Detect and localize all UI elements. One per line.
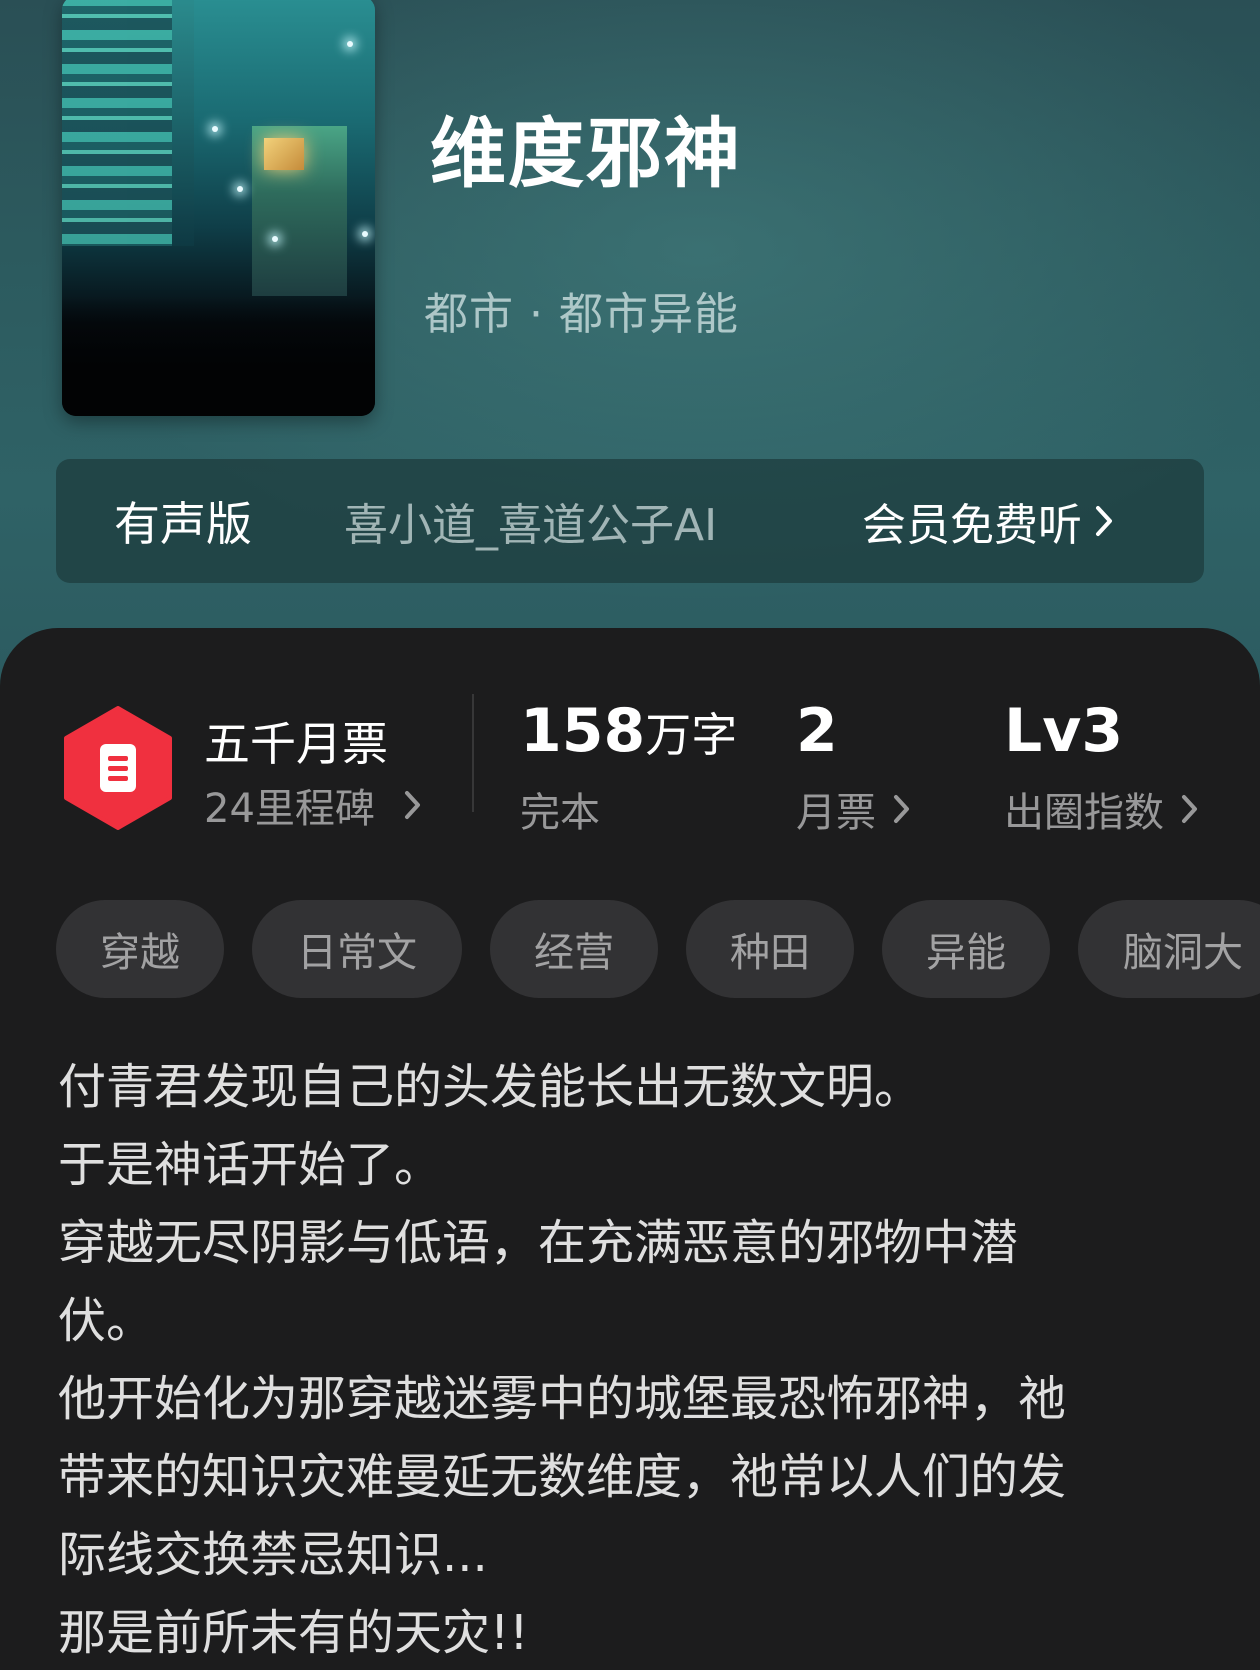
audio-label: 有声版 bbox=[114, 497, 252, 551]
cover-lit-window bbox=[264, 138, 304, 170]
influence-level: Lv3 bbox=[1004, 696, 1124, 766]
influence-link[interactable]: 出圈指数 bbox=[1004, 780, 1200, 838]
chevron-right-icon bbox=[1182, 795, 1197, 823]
audio-narrator: 喜小道_喜道公子AI bbox=[344, 500, 718, 551]
cover-star bbox=[237, 186, 243, 192]
tag-chip[interactable]: 经营 bbox=[490, 900, 658, 998]
tag-list: 穿越 日常文 经营 种田 异能 脑洞大 bbox=[56, 900, 1260, 1000]
book-category[interactable]: 都市 · 都市异能 bbox=[424, 278, 739, 342]
chevron-right-icon bbox=[1096, 506, 1112, 536]
chevron-right-icon bbox=[894, 795, 909, 823]
milestone-link[interactable]: 24里程碑 bbox=[204, 776, 423, 834]
synopsis-line: 他开始化为那穿越迷雾中的城堡最恐怖邪神，祂 bbox=[58, 1371, 1067, 1427]
completion-status: 完本 bbox=[520, 790, 600, 836]
audio-listen-button[interactable]: 会员免费听 bbox=[862, 489, 1114, 553]
book-cover[interactable] bbox=[62, 0, 375, 416]
monthly-ticket-count: 2 bbox=[796, 696, 838, 766]
cover-star bbox=[362, 231, 368, 237]
tag-chip[interactable]: 异能 bbox=[882, 900, 1050, 998]
chevron-right-icon bbox=[404, 791, 420, 819]
synopsis-line: 于是神话开始了。 bbox=[58, 1137, 443, 1193]
synopsis-line: 那是前所未有的天灾!! bbox=[58, 1605, 529, 1661]
synopsis-line: 伏。 bbox=[58, 1293, 155, 1349]
monthly-ticket-badge-icon[interactable] bbox=[62, 706, 174, 830]
milestone-subtitle: 24里程碑 bbox=[204, 786, 375, 832]
cover-star bbox=[212, 126, 218, 132]
word-count: 158万字 bbox=[520, 696, 737, 766]
stats-divider bbox=[472, 694, 474, 812]
cover-star bbox=[347, 41, 353, 47]
book-title: 维度邪神 bbox=[430, 109, 742, 198]
synopsis-line: 带来的知识灾难曼延无数维度，祂常以人们的发 bbox=[58, 1449, 1067, 1505]
cover-tower bbox=[62, 0, 194, 246]
cover-ground bbox=[62, 296, 375, 416]
word-count-number: 158 bbox=[520, 696, 646, 766]
synopsis-line: 际线交换禁忌知识... bbox=[58, 1527, 488, 1583]
cover-house bbox=[252, 126, 347, 296]
tag-chip[interactable]: 穿越 bbox=[56, 900, 224, 998]
audio-cta-label: 会员免费听 bbox=[862, 500, 1082, 551]
tag-chip[interactable]: 种田 bbox=[686, 900, 854, 998]
synopsis-line: 穿越无尽阴影与低语，在充满恶意的邪物中潜 bbox=[58, 1215, 1019, 1271]
influence-label: 出圈指数 bbox=[1004, 790, 1164, 836]
cover-star bbox=[272, 236, 278, 242]
tag-chip[interactable]: 脑洞大 bbox=[1078, 900, 1260, 998]
synopsis[interactable]: 付青君发现自己的头发能长出无数文明。 于是神话开始了。 穿越无尽阴影与低语，在充… bbox=[58, 1048, 1208, 1670]
tag-chip[interactable]: 日常文 bbox=[252, 900, 462, 998]
word-count-unit: 万字 bbox=[645, 708, 738, 762]
synopsis-line: 付青君发现自己的头发能长出无数文明。 bbox=[58, 1059, 923, 1115]
audio-version-bar[interactable]: 有声版 喜小道_喜道公子AI 会员免费听 bbox=[56, 459, 1204, 583]
monthly-ticket-label: 月票 bbox=[796, 790, 876, 836]
monthly-ticket-link[interactable]: 月票 bbox=[796, 780, 912, 838]
milestone-title[interactable]: 五千月票 bbox=[204, 708, 388, 774]
